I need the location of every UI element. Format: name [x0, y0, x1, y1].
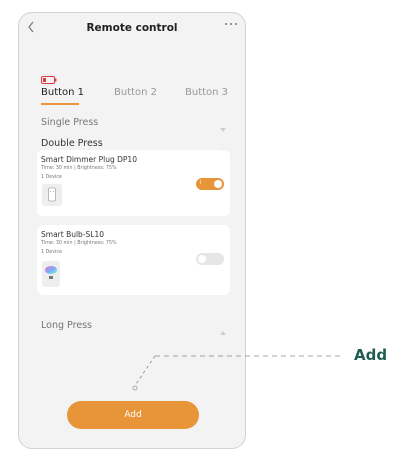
page-title: Remote control — [86, 22, 178, 34]
chevron-down-icon — [219, 119, 227, 132]
double-press-label: Double Press — [41, 138, 103, 149]
device-card[interactable]: Smart Bulb-SL10 Time: 30 min | Brightnes… — [37, 225, 230, 295]
dimmer-plug-icon — [42, 184, 62, 206]
tab-button-1[interactable]: Button 1 — [41, 87, 84, 98]
device-count: 1 Device — [41, 250, 62, 255]
device-count: 1 Device — [41, 175, 62, 180]
callout-label: Add — [354, 346, 388, 364]
device-toggle-on[interactable]: I — [196, 178, 224, 190]
device-toggle-off[interactable] — [196, 253, 224, 265]
phone-frame: Remote control Button 1 Button 2 Button … — [18, 12, 246, 449]
section-long-press[interactable]: Long Press — [41, 320, 227, 335]
device-detail: Time: 30 min | Brightness: 75% — [41, 241, 117, 246]
toggle-knob — [198, 255, 206, 263]
smart-bulb-icon — [42, 261, 60, 287]
single-press-label: Single Press — [41, 117, 99, 128]
device-detail: Time: 30 min | Brightness: 75% — [41, 166, 117, 171]
device-name: Smart Bulb-SL10 — [41, 230, 105, 239]
tab-button-3[interactable]: Button 3 — [185, 87, 228, 98]
long-press-label: Long Press — [41, 320, 93, 331]
device-name: Smart Dimmer Plug DP10 — [41, 155, 137, 164]
battery-low-icon — [41, 69, 57, 84]
toggle-on-text: I — [200, 180, 202, 186]
button-tabs: Button 1 Button 2 Button 3 — [19, 87, 245, 109]
chevron-up-icon — [219, 322, 227, 335]
more-dots-icon[interactable] — [224, 19, 238, 32]
add-button[interactable]: Add — [67, 401, 199, 429]
section-single-press[interactable]: Single Press — [41, 117, 227, 132]
tab-button-2[interactable]: Button 2 — [114, 87, 157, 98]
toggle-knob — [214, 180, 222, 188]
device-card[interactable]: Smart Dimmer Plug DP10 Time: 30 min | Br… — [37, 150, 230, 216]
chevron-up-icon — [219, 140, 227, 153]
active-tab-indicator — [41, 103, 79, 105]
top-bar: Remote control — [19, 13, 245, 43]
